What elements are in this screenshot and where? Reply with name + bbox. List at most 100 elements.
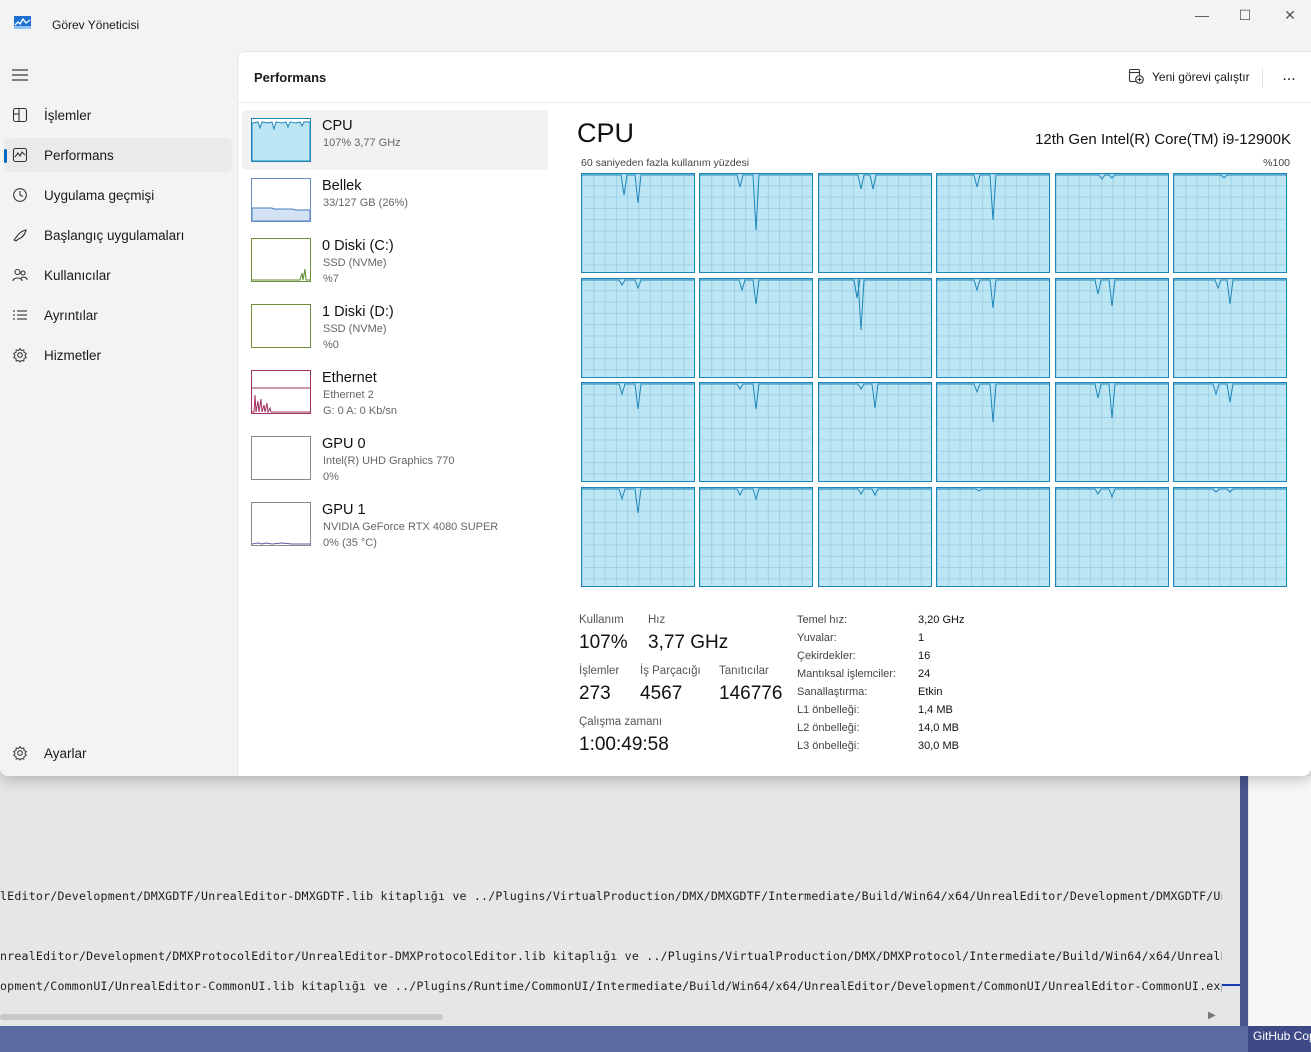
resource-detail: 33/127 GB (26%) — [323, 197, 408, 209]
active-indicator — [4, 149, 7, 163]
resource-item-memory[interactable]: Bellek 33/127 GB (26%) — [242, 170, 548, 230]
usage-line — [818, 383, 931, 409]
logical-processor-graph — [817, 173, 932, 273]
maximize-button[interactable]: ☐ — [1222, 4, 1268, 26]
nav-label: Hizmetler — [44, 348, 102, 363]
processor-usage-trace — [818, 488, 931, 496]
usage-line — [700, 279, 813, 304]
usage-line — [1174, 279, 1286, 304]
resource-item-cpu[interactable]: CPU 107% 3,77 GHz — [242, 110, 548, 170]
gpu0-thumbnail-graph — [251, 436, 311, 480]
usage-line — [700, 488, 813, 501]
logical-processor-graph — [699, 277, 814, 378]
detail-value: 30,0 MB — [918, 740, 959, 752]
uptime-label: Çalışma zamanı — [579, 716, 663, 728]
nav-label: Kullanıcılar — [44, 268, 111, 283]
resource-name: Ethernet — [322, 370, 377, 386]
processor-usage-trace — [582, 174, 694, 204]
resource-detail: G: 0 A: 0 Kb/sn — [323, 405, 397, 417]
detail-key: Yuvalar: — [797, 632, 837, 644]
cpu-thumbnail-graph-svg — [252, 121, 310, 161]
resource-detail: Intel(R) UHD Graphics 770 — [323, 455, 455, 467]
processor-usage-trace — [937, 279, 1050, 308]
resource-detail: SSD (NVMe) — [323, 257, 387, 269]
usage-line — [1174, 488, 1286, 493]
nav-item-performance[interactable]: Performans — [4, 138, 232, 172]
gpu1-thumbnail-graph — [251, 502, 311, 546]
processor-usage-trace — [1055, 174, 1168, 180]
settings-gear-icon — [12, 745, 28, 761]
minimize-button[interactable]: — — [1179, 4, 1225, 26]
resource-item-disk-c[interactable]: 0 Diski (C:) SSD (NVMe) %7 — [242, 230, 548, 290]
logical-processor-graph — [936, 382, 1051, 482]
hamburger-menu-icon[interactable] — [10, 64, 32, 86]
gpu1-thumbnail-graph-svg — [252, 542, 310, 545]
scrollbar-thumb[interactable] — [0, 1014, 443, 1020]
detail-value: 1 — [918, 632, 925, 644]
more-options-button[interactable]: ... — [1274, 66, 1304, 90]
content-header: Performans Yeni görevi çalıştır ... — [238, 52, 1311, 103]
github-copilot-status[interactable]: GitHub Copilot — [1248, 1026, 1311, 1052]
logical-processor-graph — [1054, 382, 1169, 482]
detail-value: Etkin — [918, 686, 943, 698]
run-new-task-button[interactable]: Yeni görevi çalıştır — [1126, 66, 1250, 90]
resource-item-ethernet[interactable]: Ethernet Ethernet 2 G: 0 A: 0 Kb/sn — [242, 362, 548, 422]
nav-item-services[interactable]: Hizmetler — [4, 338, 232, 372]
nav-item-settings[interactable]: Ayarlar — [4, 736, 232, 770]
logical-processor-graph — [1054, 486, 1169, 587]
nav-label: Ayrıntılar — [44, 308, 98, 323]
logical-processor-graph — [936, 173, 1051, 273]
resource-item-gpu-0[interactable]: GPU 0 Intel(R) UHD Graphics 770 0% — [242, 428, 548, 488]
ethernet-thumbnail-graph-svg — [252, 387, 310, 413]
resource-name: GPU 1 — [322, 502, 366, 518]
usage-line — [937, 383, 1050, 423]
logical-processor-graph — [581, 173, 695, 273]
logical-processor-graph — [699, 486, 814, 587]
scroll-right-icon[interactable]: ▶ — [1208, 1010, 1216, 1021]
resource-detail: 0% (35 °C) — [323, 537, 377, 549]
processor-usage-trace — [1174, 488, 1286, 493]
logical-processor-graphs[interactable] — [581, 173, 1289, 587]
logical-processor-graph — [581, 382, 695, 482]
processor-usage-trace — [937, 383, 1050, 423]
detail-value: 16 — [918, 650, 931, 662]
nav-item-users[interactable]: Kullanıcılar — [4, 258, 232, 292]
usage-line — [1055, 279, 1168, 306]
nav-item-app-history[interactable]: Uygulama geçmişi — [4, 178, 232, 212]
nav-item-startup-apps[interactable]: Başlangıç uygulamaları — [4, 218, 232, 252]
memory-thumbnail-graph — [251, 178, 311, 222]
horizontal-scrollbar[interactable]: ▶ — [0, 1010, 1222, 1024]
nav-item-processes[interactable]: İşlemler — [4, 98, 232, 132]
nav-item-details[interactable]: Ayrıntılar — [4, 298, 232, 332]
task-manager-app-icon — [14, 16, 31, 29]
processor-usage-trace — [700, 383, 813, 410]
logical-processor-graph — [817, 382, 932, 482]
usage-line — [582, 174, 694, 204]
page-title: Performans — [254, 70, 327, 85]
usage-line — [818, 174, 931, 190]
resource-detail: 107% 3,77 GHz — [323, 137, 401, 149]
usage-line — [937, 488, 1050, 492]
processor-usage-trace — [700, 488, 813, 501]
resource-name: GPU 0 — [322, 436, 366, 452]
logical-processor-graph — [581, 277, 695, 378]
usage-value: 107% — [579, 632, 628, 653]
logical-processor-graph — [817, 277, 932, 378]
resource-item-gpu-1[interactable]: GPU 1 NVIDIA GeForce RTX 4080 SUPER 0% (… — [242, 494, 548, 554]
ethernet-thumbnail-graph — [251, 370, 311, 414]
resource-item-disk-d[interactable]: 1 Diski (D:) SSD (NVMe) %0 — [242, 296, 548, 356]
close-button[interactable]: ✕ — [1267, 4, 1311, 26]
usage-line — [1174, 174, 1286, 179]
detail-key: Temel hız: — [797, 614, 848, 626]
logical-processor-graph — [1173, 382, 1287, 482]
usage-line — [1055, 383, 1168, 419]
processor-usage-trace — [700, 174, 813, 231]
disk-c-thumbnail-graph — [251, 238, 311, 282]
usage-line — [700, 174, 813, 231]
usage-line — [700, 383, 813, 410]
details-icon — [13, 310, 27, 320]
title-bar[interactable]: Görev Yöneticisi — ☐ ✕ — [0, 0, 1311, 50]
window-title: Görev Yöneticisi — [52, 18, 140, 32]
run-task-icon — [1128, 68, 1144, 84]
logical-processor-graph — [581, 486, 695, 587]
